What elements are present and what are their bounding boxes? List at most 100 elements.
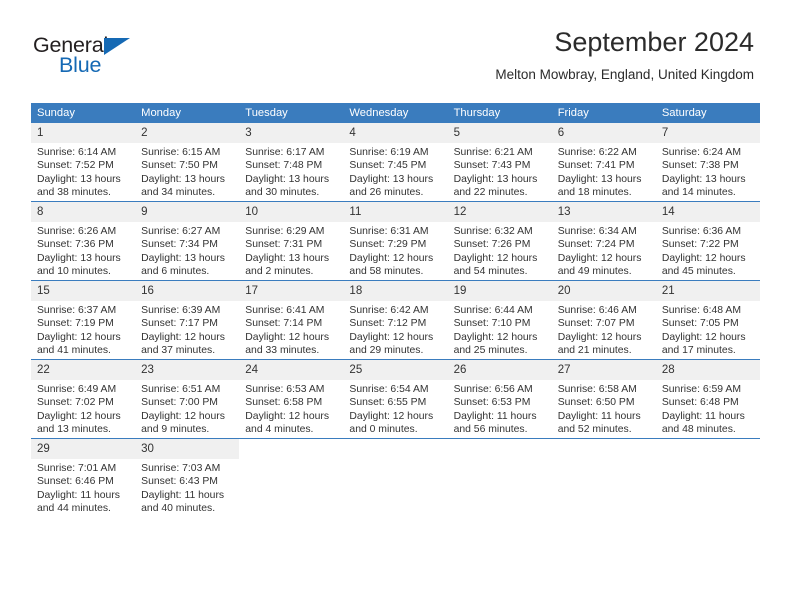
day-details: Sunrise: 6:58 AM Sunset: 6:50 PM Daylight:… [552,380,656,437]
weekday-header-tuesday: Tuesday [239,103,344,123]
calendar-day-cell[interactable]: 5 Sunrise: 6:21 AM Sunset: 7:43 PM Daylight… [447,123,552,202]
calendar-day-cell[interactable]: 10 Sunrise: 6:29 AM Sunset: 7:31 PM Dayligh… [239,201,344,281]
calendar-day-cell[interactable]: 16 Sunrise: 6:39 AM Sunset: 7:17 PM Dayligh… [135,280,240,360]
sunrise-text: Sunrise: 6:26 AM [37,226,117,237]
calendar-day-cell[interactable]: 27 Sunrise: 6:58 AM Sunset: 6:50 PM Dayligh… [551,359,656,439]
calendar-day-cell[interactable]: 18 Sunrise: 6:42 AM Sunset: 7:12 PM Dayligh… [343,280,448,360]
sunrise-text: Sunrise: 6:49 AM [37,384,117,395]
sunset-text: Sunset: 7:50 PM [141,160,218,172]
sunrise-text: Sunrise: 6:21 AM [453,147,533,158]
day-details: Sunrise: 6:32 AM Sunset: 7:26 PM Daylight:… [448,222,552,279]
calendar-day-cell[interactable]: 30 Sunrise: 7:03 AM Sunset: 6:43 PM Dayligh… [135,438,240,517]
day-details: Sunrise: 6:29 AM Sunset: 7:31 PM Daylight:… [239,222,343,279]
daylight-text-line1: Daylight: 11 hours [453,410,537,422]
day-number: 4 [343,123,448,143]
day-details: Sunrise: 6:26 AM Sunset: 7:36 PM Daylight:… [31,222,135,279]
calendar-day-cell[interactable]: 3 Sunrise: 6:17 AM Sunset: 7:48 PM Daylight… [239,123,344,202]
calendar-day-cell[interactable]: 4 Sunrise: 6:19 AM Sunset: 7:45 PM Daylight… [343,123,448,202]
day-number: 20 [551,281,656,301]
daylight-text-line1: Daylight: 13 hours [245,252,330,264]
daylight-text-line2: and 56 minutes. [453,424,528,436]
daylight-text-line1: Daylight: 12 hours [349,410,434,422]
day-number: 6 [551,123,656,143]
day-details: Sunrise: 6:17 AM Sunset: 7:48 PM Daylight:… [239,143,343,200]
day-number: 19 [447,281,552,301]
daylight-text-line2: and 30 minutes. [245,187,320,199]
sunset-text: Sunset: 7:31 PM [245,239,323,251]
calendar-day-cell[interactable]: 29 Sunrise: 7:01 AM Sunset: 6:46 PM Dayligh… [31,438,136,517]
calendar-day-cell[interactable]: 24 Sunrise: 6:53 AM Sunset: 6:58 PM Dayligh… [239,359,344,439]
day-number: 12 [447,202,552,222]
calendar-day-cell[interactable]: 2 Sunrise: 6:15 AM Sunset: 7:50 PM Daylight… [135,123,240,202]
calendar-day-cell[interactable]: 11 Sunrise: 6:31 AM Sunset: 7:29 PM Dayligh… [343,201,448,281]
calendar-week-row: 22 Sunrise: 6:49 AM Sunset: 7:02 PM Dayligh… [31,359,760,439]
page-subtitle: Melton Mowbray, England, United Kingdom [495,67,754,82]
sunrise-text: Sunrise: 6:36 AM [661,226,741,237]
calendar-day-cell[interactable]: 20 Sunrise: 6:46 AM Sunset: 7:07 PM Dayligh… [551,280,656,360]
daylight-text-line1: Daylight: 13 hours [661,173,746,185]
day-details: Sunrise: 6:15 AM Sunset: 7:50 PM Daylight:… [135,143,239,200]
sunset-text: Sunset: 7:43 PM [453,160,531,172]
sunset-text: Sunset: 6:55 PM [349,397,427,409]
logo-triangle-icon [104,38,130,55]
calendar-day-cell[interactable]: 25 Sunrise: 6:54 AM Sunset: 6:55 PM Dayligh… [343,359,448,439]
day-details: Sunrise: 6:46 AM Sunset: 7:07 PM Daylight:… [552,301,656,358]
daylight-text-line2: and 44 minutes. [37,503,111,515]
sunset-text: Sunset: 7:17 PM [141,318,218,330]
calendar-day-cell[interactable]: 17 Sunrise: 6:41 AM Sunset: 7:14 PM Dayligh… [239,280,344,360]
calendar-day-cell[interactable]: 19 Sunrise: 6:44 AM Sunset: 7:10 PM Dayligh… [447,280,552,360]
calendar-day-cell[interactable]: 6 Sunrise: 6:22 AM Sunset: 7:41 PM Daylight… [551,123,656,202]
daylight-text-line1: Daylight: 12 hours [37,410,121,422]
daylight-text-line2: and 38 minutes. [37,187,111,199]
daylight-text-line2: and 49 minutes. [557,266,632,278]
sunrise-text: Sunrise: 6:31 AM [349,226,429,237]
sunrise-text: Sunrise: 6:59 AM [661,384,741,395]
daylight-text-line1: Daylight: 13 hours [141,173,225,185]
sunrise-text: Sunrise: 6:22 AM [557,147,637,158]
calendar-day-cell[interactable]: 8 Sunrise: 6:26 AM Sunset: 7:36 PM Daylight… [31,201,136,281]
daylight-text-line2: and 22 minutes. [453,187,528,199]
day-number: 2 [135,123,240,143]
calendar-day-cell[interactable]: 26 Sunrise: 6:56 AM Sunset: 6:53 PM Dayligh… [447,359,552,439]
daylight-text-line2: and 40 minutes. [141,503,216,515]
daylight-text-line1: Daylight: 12 hours [557,331,642,343]
sunset-text: Sunset: 7:24 PM [557,239,635,251]
calendar-day-cell[interactable]: 1 Sunrise: 6:14 AM Sunset: 7:52 PM Daylight… [31,123,136,202]
calendar-day-cell[interactable]: 13 Sunrise: 6:34 AM Sunset: 7:24 PM Dayligh… [551,201,656,281]
calendar-day-cell[interactable]: 9 Sunrise: 6:27 AM Sunset: 7:34 PM Daylight… [135,201,240,281]
day-details: Sunrise: 6:49 AM Sunset: 7:02 PM Daylight:… [31,380,135,437]
calendar-day-cell[interactable]: 21 Sunrise: 6:48 AM Sunset: 7:05 PM Dayligh… [655,280,760,360]
daylight-text-line2: and 2 minutes. [245,266,314,278]
sunrise-text: Sunrise: 6:46 AM [557,305,637,316]
day-details: Sunrise: 7:01 AM Sunset: 6:46 PM Daylight:… [31,459,135,516]
calendar-day-cell[interactable]: 15 Sunrise: 6:37 AM Sunset: 7:19 PM Dayligh… [31,280,136,360]
calendar-day-cell[interactable]: 22 Sunrise: 6:49 AM Sunset: 7:02 PM Dayligh… [31,359,136,439]
day-details: Sunrise: 6:44 AM Sunset: 7:10 PM Daylight:… [448,301,552,358]
sunrise-text: Sunrise: 7:01 AM [37,463,117,474]
day-number: 28 [655,360,760,380]
day-details: Sunrise: 6:51 AM Sunset: 7:00 PM Daylight:… [135,380,239,437]
calendar-day-cell[interactable]: 28 Sunrise: 6:59 AM Sunset: 6:48 PM Dayligh… [655,359,760,439]
sunset-text: Sunset: 7:36 PM [37,239,114,251]
daylight-text-line2: and 26 minutes. [349,187,424,199]
calendar-header-row: Sunday Monday Tuesday Wednesday Thursday… [31,103,760,123]
daylight-text-line2: and 9 minutes. [141,424,210,436]
general-blue-logo[interactable]: General Blue [33,33,213,79]
calendar-day-cell[interactable]: 7 Sunrise: 6:24 AM Sunset: 7:38 PM Daylight… [655,123,760,202]
calendar-day-cell[interactable]: 23 Sunrise: 6:51 AM Sunset: 7:00 PM Dayligh… [135,359,240,439]
sunrise-text: Sunrise: 6:58 AM [557,384,637,395]
sunrise-text: Sunrise: 6:56 AM [453,384,533,395]
sunset-text: Sunset: 6:58 PM [245,397,323,409]
calendar-day-cell-empty [239,438,344,517]
day-details: Sunrise: 6:14 AM Sunset: 7:52 PM Daylight:… [31,143,135,200]
sunset-text: Sunset: 7:19 PM [37,318,114,330]
calendar-day-cell[interactable]: 14 Sunrise: 6:36 AM Sunset: 7:22 PM Dayligh… [655,201,760,281]
daylight-text-line1: Daylight: 12 hours [141,331,225,343]
daylight-text-line2: and 0 minutes. [349,424,418,436]
day-number: 24 [239,360,344,380]
calendar-day-cell[interactable]: 12 Sunrise: 6:32 AM Sunset: 7:26 PM Dayligh… [447,201,552,281]
daylight-text-line2: and 13 minutes. [37,424,111,436]
daylight-text-line1: Daylight: 12 hours [661,331,746,343]
day-number: 16 [135,281,240,301]
sunrise-text: Sunrise: 6:27 AM [141,226,221,237]
